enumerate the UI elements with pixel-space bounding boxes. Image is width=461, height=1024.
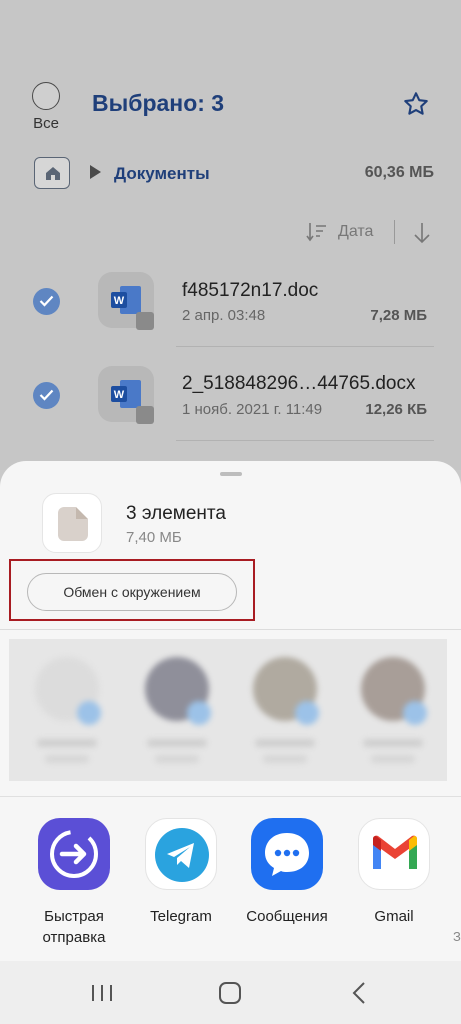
contacts-row <box>9 639 447 781</box>
home-folder-button[interactable] <box>34 157 70 189</box>
next-app-peek: З <box>453 929 461 944</box>
divider <box>0 796 461 797</box>
breadcrumb-arrow-icon <box>90 165 101 179</box>
file-date: 1 нояб. 2021 г. 11:49 <box>182 401 323 418</box>
share-sheet: 3 элемента 7,40 МБ Обмен с окружением Бы… <box>0 461 461 961</box>
breadcrumb-folder[interactable]: Документы <box>114 164 210 184</box>
share-size: 7,40 МБ <box>126 529 182 546</box>
arrow-down-icon[interactable] <box>411 221 433 245</box>
divider <box>0 629 461 630</box>
external-link-icon <box>136 312 154 330</box>
share-title: 3 элемента <box>126 503 226 524</box>
file-row[interactable]: W f485172n17.doc 2 апр. 03:48 7,28 МБ <box>0 252 461 347</box>
select-all-label: Все <box>33 115 59 132</box>
contact-item[interactable] <box>251 657 319 777</box>
drag-handle[interactable] <box>220 472 242 476</box>
gmail-icon <box>358 818 430 890</box>
navigation-bar <box>0 961 461 1024</box>
file-size: 7,28 МБ <box>370 307 427 324</box>
contact-item[interactable] <box>33 657 101 777</box>
folder-size: 60,36 МБ <box>364 164 434 181</box>
word-icon: W <box>111 286 141 314</box>
svg-text:W: W <box>114 295 125 307</box>
contact-item[interactable] <box>143 657 211 777</box>
select-all-checkbox[interactable] <box>32 82 60 110</box>
sort-divider <box>394 220 395 244</box>
messages-icon <box>251 818 323 890</box>
file-name: f485172n17.doc <box>182 280 319 301</box>
app-messages[interactable]: Сообщения <box>237 818 337 927</box>
file-size: 12,26 КБ <box>365 401 427 418</box>
telegram-icon <box>145 818 217 890</box>
file-row[interactable]: W 2_518848296…44765.docx 1 нояб. 2021 г.… <box>0 348 461 443</box>
page-title: Выбрано: 3 <box>92 90 225 116</box>
home-nav-icon[interactable] <box>216 979 244 1007</box>
file-date: 2 апр. 03:48 <box>182 307 266 324</box>
app-label: Быстрая отправка <box>42 908 106 946</box>
app-gmail[interactable]: Gmail <box>344 818 444 927</box>
star-icon[interactable] <box>402 90 430 118</box>
home-icon <box>46 167 60 180</box>
word-icon: W <box>111 380 141 408</box>
sort-icon[interactable] <box>306 221 330 243</box>
checked-icon[interactable] <box>33 382 60 409</box>
sort-label[interactable]: Дата <box>338 223 373 241</box>
recents-icon[interactable] <box>88 979 116 1007</box>
svg-text:W: W <box>114 389 125 401</box>
external-link-icon <box>136 406 154 424</box>
contact-item[interactable] <box>359 657 427 777</box>
quick-share-icon <box>38 818 110 890</box>
select-all[interactable]: Все <box>28 82 64 132</box>
app-label: Telegram <box>150 908 212 925</box>
app-telegram[interactable]: Telegram <box>131 818 231 927</box>
row-divider <box>176 440 434 441</box>
file-name: 2_518848296…44765.docx <box>182 373 416 394</box>
checked-icon[interactable] <box>33 288 60 315</box>
document-icon <box>42 493 102 553</box>
background-screen: Все Выбрано: 3 Документы 60,36 МБ Дата W <box>0 0 461 470</box>
app-label: Gmail <box>374 908 414 925</box>
back-icon[interactable] <box>346 979 374 1007</box>
word-file-thumbnail: W <box>98 272 154 330</box>
row-divider <box>176 346 434 347</box>
word-file-thumbnail: W <box>98 366 154 424</box>
app-quick-share[interactable]: Быстрая отправка <box>24 818 124 948</box>
nearby-share-button[interactable]: Обмен с окружением <box>27 573 237 611</box>
app-label: Сообщения <box>246 908 328 925</box>
